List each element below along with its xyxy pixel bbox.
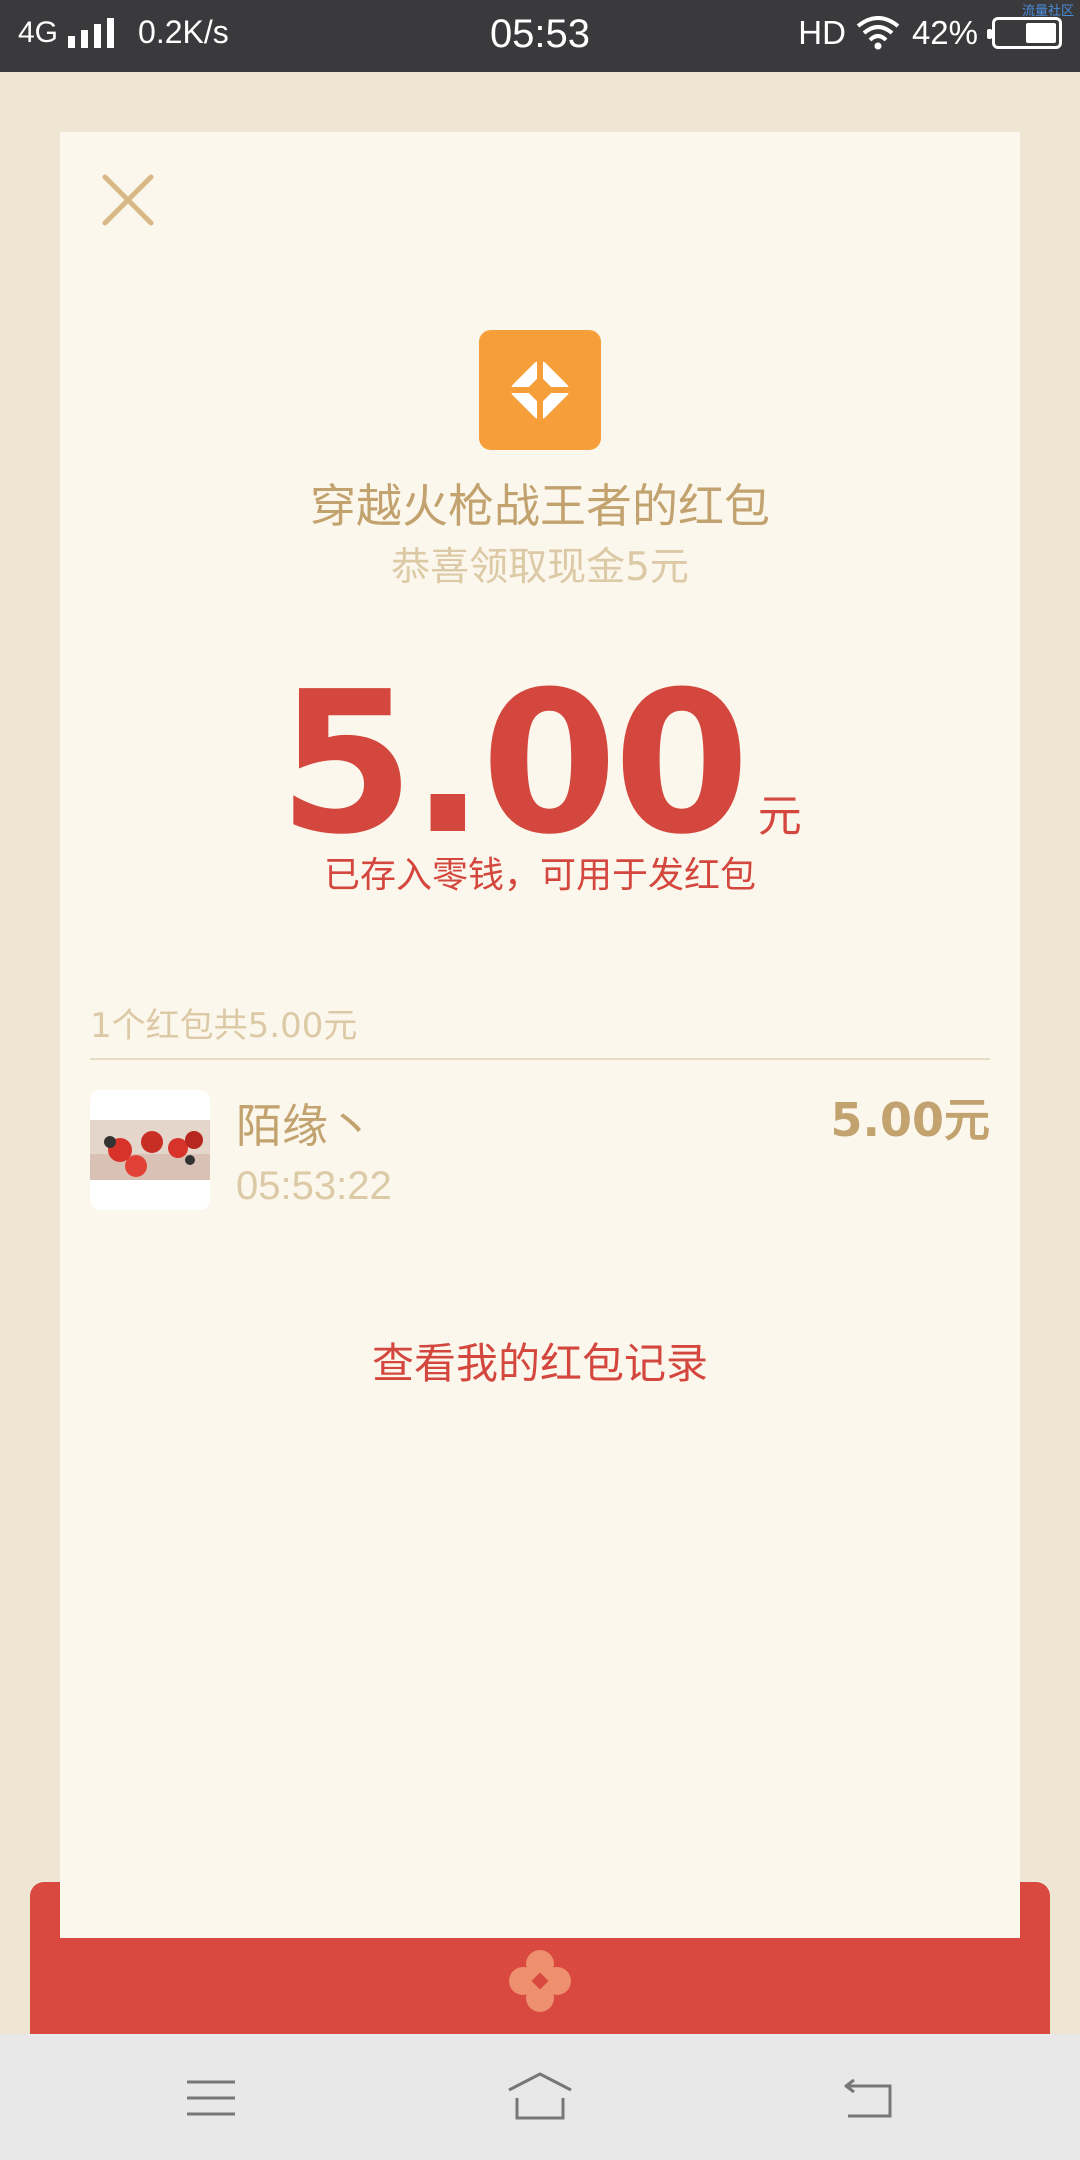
amount-unit: 元: [757, 791, 802, 842]
close-icon[interactable]: [102, 174, 154, 226]
battery-icon: [987, 17, 1062, 49]
view-records-link[interactable]: 查看我的红包记录: [0, 1330, 1080, 1391]
stored-to-wallet-link[interactable]: 已存入零钱，可用于发红包: [0, 846, 1080, 898]
divider: [90, 1058, 990, 1060]
status-bar: 4G 0.2K/s 05:53 HD 42% 流量社区: [0, 0, 1080, 72]
avatar[interactable]: [90, 1090, 210, 1210]
amount-value: 5.00: [278, 650, 750, 878]
app-logo-icon: [479, 330, 601, 450]
packet-summary: 1个红包共5.00元: [90, 1006, 358, 1046]
navigation-bar: [0, 2034, 1080, 2160]
hd-indicator: HD: [798, 14, 846, 51]
wifi-icon: [856, 16, 900, 50]
watermark: 流量社区: [1021, 3, 1074, 18]
sender-title: 穿越火枪战王者的红包: [310, 479, 770, 533]
record-time: 05:53:22: [236, 1164, 392, 1208]
record-amount: 5.00元: [830, 1093, 991, 1147]
status-right: HD 42%: [798, 14, 1062, 52]
back-icon[interactable]: [838, 2068, 898, 2128]
record-sender-name: 陌缘丶: [236, 1099, 374, 1153]
flower-emblem-icon: [509, 1950, 571, 2012]
home-icon[interactable]: [505, 2068, 575, 2128]
battery-percent: 42%: [911, 14, 978, 51]
menu-icon[interactable]: [181, 2068, 241, 2128]
received-amount: 5.00 元: [0, 650, 1080, 878]
greeting-subtitle: 恭喜领取现金5元: [391, 545, 689, 590]
